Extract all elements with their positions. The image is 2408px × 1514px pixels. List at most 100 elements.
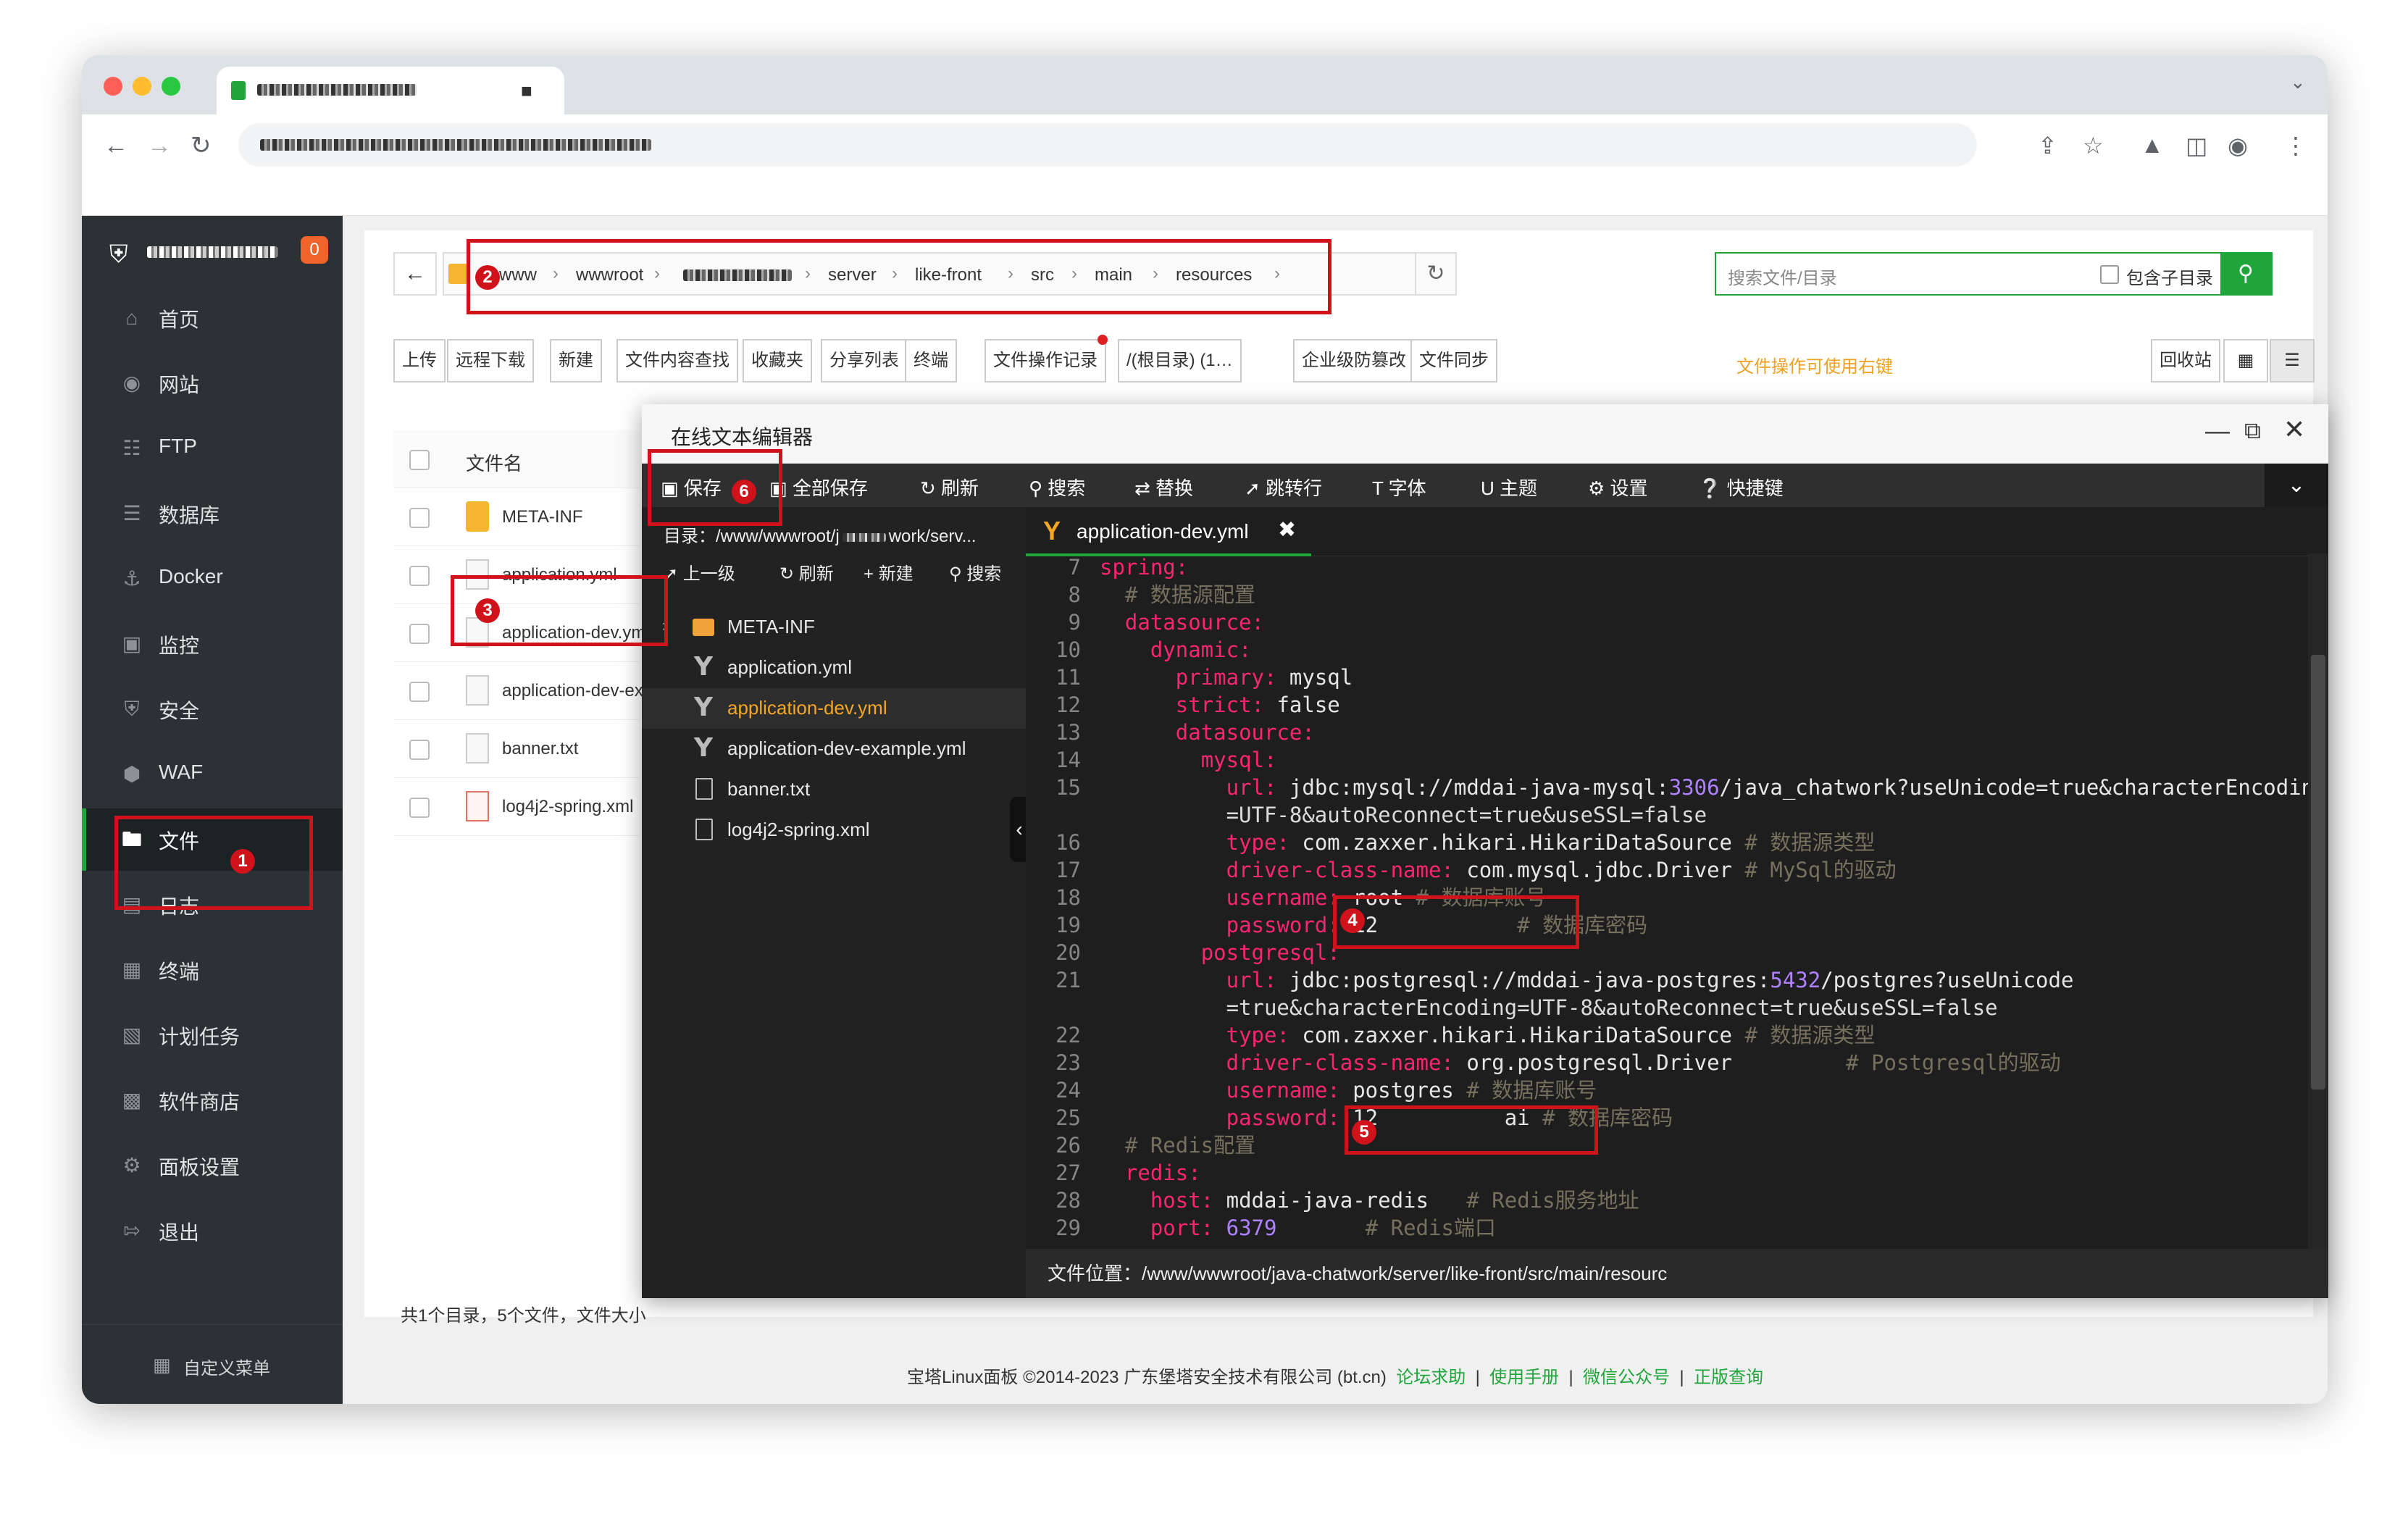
minimize-icon[interactable]: — <box>2205 417 2230 446</box>
select-all-checkbox[interactable] <box>409 450 430 470</box>
tab-search-icon[interactable]: ⌄ <box>2290 71 2306 93</box>
close-window-button[interactable] <box>104 77 122 96</box>
row-checkbox[interactable] <box>409 682 430 702</box>
sidepanel-icon[interactable]: ◫ <box>2186 132 2207 159</box>
row-checkbox[interactable] <box>409 798 430 818</box>
file-row[interactable]: application-dev-example.yml <box>393 662 722 720</box>
list-view-icon[interactable]: ☰ <box>2270 339 2315 382</box>
file-row[interactable]: banner.txt <box>393 720 640 778</box>
back-icon[interactable]: ← <box>104 127 128 164</box>
tab-close-icon[interactable]: ■ <box>521 80 532 102</box>
profile-avatar-icon[interactable]: ◉ <box>2228 132 2248 159</box>
code-line[interactable]: 18 username: root # 数据库账号 <box>1026 884 2257 911</box>
tamper-proof-button[interactable]: 企业级防篡改 <box>1293 339 1415 382</box>
close-icon[interactable]: ✕ <box>2283 414 2305 445</box>
file-name[interactable]: banner.txt <box>502 739 578 759</box>
tree-item-file[interactable]: banner.txt <box>642 769 1026 810</box>
sidebar-item-monitor[interactable]: ▣ 监控 <box>82 613 343 675</box>
sidebar-item-cron[interactable]: ▧ 计划任务 <box>82 1004 343 1066</box>
sidebar-item-waf[interactable]: ⬢ WAF <box>82 743 343 806</box>
back-arrow-icon[interactable]: ← <box>393 252 437 296</box>
scrollbar-thumb[interactable] <box>2311 655 2325 1090</box>
new-button[interactable]: 新建 <box>550 339 602 382</box>
settings-button[interactable]: ⚙ 设置 <box>1588 474 1648 501</box>
custom-menu-button[interactable]: ▦ 自定义菜单 <box>82 1324 343 1404</box>
search-button[interactable]: ⚲ 搜索 <box>1029 474 1085 501</box>
row-checkbox[interactable] <box>409 624 430 644</box>
remote-download-button[interactable]: 远程下载 <box>447 339 534 382</box>
code-line[interactable]: 16 type: com.zaxxer.hikari.HikariDataSou… <box>1026 829 2257 856</box>
terminal-button[interactable]: 终端 <box>905 339 957 382</box>
code-line[interactable]: 14 mysql: <box>1026 746 2257 774</box>
sidebar-item-website[interactable]: ◉ 网站 <box>82 352 343 414</box>
code-line[interactable]: 10 dynamic: <box>1026 636 2257 664</box>
extension-icon[interactable]: ▲ <box>2141 132 2164 159</box>
code-line[interactable]: 17 driver-class-name: com.mysql.jdbc.Dri… <box>1026 856 2257 884</box>
maximize-icon[interactable]: ⧉ <box>2244 417 2261 445</box>
sidebar-item-home[interactable]: ⌂ 首页 <box>82 287 343 349</box>
sidebar-item-database[interactable]: ☰ 数据库 <box>82 482 343 545</box>
tree-up-button[interactable]: ➚ 上一级 <box>664 559 735 585</box>
file-row[interactable]: log4j2-spring.xml <box>393 778 640 836</box>
sidebar-item-security[interactable]: ⛨ 安全 <box>82 678 343 740</box>
code-line[interactable]: 9 datasource: <box>1026 608 2257 636</box>
menu-kebab-icon[interactable]: ⋮ <box>2284 132 2307 159</box>
column-header-name[interactable]: 文件名 <box>466 449 522 476</box>
content-search-button[interactable]: 文件内容查找 <box>616 339 738 382</box>
code-line[interactable]: 23 driver-class-name: org.postgresql.Dri… <box>1026 1049 2257 1076</box>
tab-close-icon[interactable]: ✖ <box>1278 517 1296 543</box>
file-name[interactable]: log4j2-spring.xml <box>502 797 633 817</box>
sidebar-item-ftp[interactable]: ☷ FTP <box>82 417 343 480</box>
search-icon[interactable]: ⚲ <box>2220 254 2271 294</box>
font-button[interactable]: T 字体 <box>1372 474 1426 501</box>
browser-tab[interactable]: ■ <box>217 67 564 114</box>
collapse-toolbar-icon[interactable]: ⌄ <box>2265 464 2328 507</box>
row-checkbox[interactable] <box>409 740 430 760</box>
code-line[interactable]: 29 port: 6379 # Redis端口 <box>1026 1214 2257 1242</box>
tree-refresh-button[interactable]: ↻ 刷新 <box>779 559 834 585</box>
code-line[interactable]: 27 redis: <box>1026 1159 2257 1187</box>
file-name[interactable]: META-INF <box>502 507 583 527</box>
tree-search-button[interactable]: ⚲ 搜索 <box>949 559 1001 585</box>
include-subdir-checkbox[interactable] <box>2100 265 2119 284</box>
code-line[interactable]: 20 postgresql: <box>1026 939 2257 966</box>
tree-item-file[interactable]: Yapplication-dev-example.yml <box>642 729 1026 769</box>
op-log-button[interactable]: 文件操作记录 <box>984 339 1106 382</box>
code-line[interactable]: =UTF-8&autoReconnect=true&useSSL=false <box>1026 801 2257 829</box>
recycle-bin-button[interactable]: 回收站 <box>2151 339 2220 382</box>
bookmark-star-icon[interactable]: ☆ <box>2083 132 2104 159</box>
minimize-window-button[interactable] <box>133 77 151 96</box>
code-line[interactable]: 25 password: 12 ai # 数据库密码 <box>1026 1104 2257 1132</box>
code-line[interactable]: 26 # Redis配置 <box>1026 1132 2257 1159</box>
forward-icon[interactable]: → <box>147 127 172 164</box>
save-all-button[interactable]: ▣ 全部保存 <box>769 474 868 501</box>
tree-item-file[interactable]: log4j2-spring.xml <box>642 810 1026 850</box>
code-line[interactable]: 15 url: jdbc:mysql://mddai-java-mysql:33… <box>1026 774 2327 801</box>
code-line[interactable]: 22 type: com.zaxxer.hikari.HikariDataSou… <box>1026 1021 2257 1049</box>
reload-icon[interactable]: ↻ <box>191 127 212 164</box>
theme-button[interactable]: U 主题 <box>1481 474 1537 501</box>
code-line[interactable]: 7 spring: <box>1026 553 2257 581</box>
code-line[interactable]: =true&characterEncoding=UTF-8&autoReconn… <box>1026 994 2257 1021</box>
sidebar-item-app-store[interactable]: ▩ 软件商店 <box>82 1069 343 1132</box>
sidebar-item-logout[interactable]: ⇰ 退出 <box>82 1200 343 1262</box>
sidebar-item-terminal[interactable]: ▦ 终端 <box>82 939 343 1001</box>
code-lines[interactable]: 7 spring: 8 # 数据源配置 9 datasource: 10 dynamic… <box>1026 553 2328 1249</box>
code-line[interactable]: 28 host: mddai-java-redis # Redis服务地址 <box>1026 1187 2257 1214</box>
file-row[interactable]: META-INF <box>393 488 640 546</box>
shortcuts-button[interactable]: ❔ 快捷键 <box>1698 474 1784 501</box>
editor-tab-active[interactable]: Y application-dev.yml ✖ <box>1026 507 1311 556</box>
refresh-icon[interactable]: ↻ <box>1415 254 1455 294</box>
grid-view-icon[interactable]: ▦ <box>2223 339 2268 382</box>
goto-line-button[interactable]: ➚ 跳转行 <box>1245 474 1322 501</box>
sidebar-item-panel-settings[interactable]: ⚙ 面板设置 <box>82 1134 343 1197</box>
share-icon[interactable]: ⇪ <box>2038 132 2057 159</box>
code-line[interactable]: 13 datasource: <box>1026 719 2257 746</box>
address-bar[interactable] <box>238 123 1977 167</box>
favorites-button[interactable]: 收藏夹 <box>743 339 812 382</box>
footer-link-wechat[interactable]: 微信公众号 <box>1583 1368 1670 1387</box>
row-checkbox[interactable] <box>409 566 430 586</box>
tree-new-button[interactable]: + 新建 <box>864 559 914 585</box>
root-dir-button[interactable]: /(根目录) (1… <box>1118 339 1242 382</box>
maximize-window-button[interactable] <box>162 77 180 96</box>
